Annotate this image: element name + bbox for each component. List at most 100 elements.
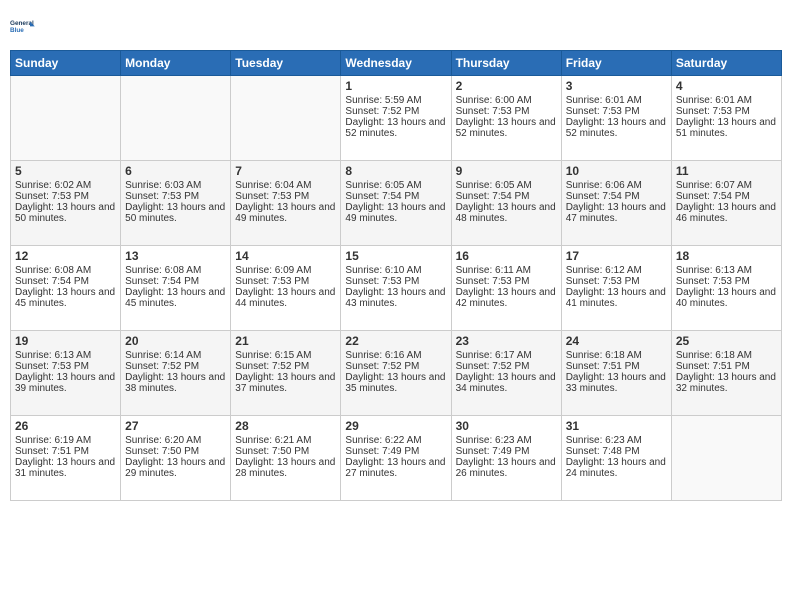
day-number: 10 [566,164,667,178]
day-info: Daylight: 13 hours and 49 minutes. [345,202,446,224]
day-info: Sunset: 7:51 PM [566,361,667,372]
day-info: Sunset: 7:53 PM [235,191,336,202]
calendar-cell: 25Sunrise: 6:18 AMSunset: 7:51 PMDayligh… [671,331,781,416]
day-info: Sunrise: 6:06 AM [566,180,667,191]
day-number: 31 [566,419,667,433]
day-info: Sunset: 7:53 PM [456,106,557,117]
day-info: Sunset: 7:53 PM [15,361,116,372]
day-info: Daylight: 13 hours and 50 minutes. [15,202,116,224]
day-info: Sunset: 7:53 PM [345,276,446,287]
day-info: Sunset: 7:53 PM [566,106,667,117]
day-number: 3 [566,79,667,93]
calendar-cell: 12Sunrise: 6:08 AMSunset: 7:54 PMDayligh… [11,246,121,331]
day-info: Sunset: 7:53 PM [676,276,777,287]
calendar-cell [671,416,781,501]
calendar-cell: 7Sunrise: 6:04 AMSunset: 7:53 PMDaylight… [231,161,341,246]
calendar-cell: 28Sunrise: 6:21 AMSunset: 7:50 PMDayligh… [231,416,341,501]
calendar-cell: 1Sunrise: 5:59 AMSunset: 7:52 PMDaylight… [341,76,451,161]
day-info: Sunset: 7:49 PM [345,446,446,457]
calendar-table: SundayMondayTuesdayWednesdayThursdayFrid… [10,50,782,501]
day-info: Sunset: 7:54 PM [456,191,557,202]
day-number: 5 [15,164,116,178]
day-info: Sunset: 7:54 PM [15,276,116,287]
day-info: Sunrise: 5:59 AM [345,95,446,106]
calendar-cell: 29Sunrise: 6:22 AMSunset: 7:49 PMDayligh… [341,416,451,501]
day-info: Sunrise: 6:22 AM [345,435,446,446]
day-number: 16 [456,249,557,263]
day-info: Sunrise: 6:17 AM [456,350,557,361]
calendar-cell: 8Sunrise: 6:05 AMSunset: 7:54 PMDaylight… [341,161,451,246]
day-number: 6 [125,164,226,178]
day-info: Sunrise: 6:23 AM [566,435,667,446]
day-number: 14 [235,249,336,263]
day-info: Daylight: 13 hours and 34 minutes. [456,372,557,394]
logo-icon: GeneralBlue [10,10,42,42]
calendar-cell: 11Sunrise: 6:07 AMSunset: 7:54 PMDayligh… [671,161,781,246]
logo: GeneralBlue [10,10,42,42]
calendar-week-row: 5Sunrise: 6:02 AMSunset: 7:53 PMDaylight… [11,161,782,246]
day-number: 23 [456,334,557,348]
calendar-cell: 5Sunrise: 6:02 AMSunset: 7:53 PMDaylight… [11,161,121,246]
day-number: 19 [15,334,116,348]
day-number: 9 [456,164,557,178]
day-info: Sunrise: 6:04 AM [235,180,336,191]
day-info: Daylight: 13 hours and 35 minutes. [345,372,446,394]
day-info: Sunrise: 6:08 AM [125,265,226,276]
day-info: Sunrise: 6:01 AM [676,95,777,106]
day-info: Sunrise: 6:18 AM [676,350,777,361]
day-info: Sunrise: 6:01 AM [566,95,667,106]
calendar-cell: 22Sunrise: 6:16 AMSunset: 7:52 PMDayligh… [341,331,451,416]
day-info: Sunrise: 6:19 AM [15,435,116,446]
calendar-cell: 24Sunrise: 6:18 AMSunset: 7:51 PMDayligh… [561,331,671,416]
day-info: Sunrise: 6:15 AM [235,350,336,361]
day-info: Sunset: 7:54 PM [345,191,446,202]
day-info: Sunrise: 6:18 AM [566,350,667,361]
calendar-week-row: 12Sunrise: 6:08 AMSunset: 7:54 PMDayligh… [11,246,782,331]
calendar-week-row: 1Sunrise: 5:59 AMSunset: 7:52 PMDaylight… [11,76,782,161]
day-info: Daylight: 13 hours and 52 minutes. [345,117,446,139]
day-info: Sunrise: 6:05 AM [456,180,557,191]
day-number: 11 [676,164,777,178]
day-info: Daylight: 13 hours and 28 minutes. [235,457,336,479]
day-info: Sunrise: 6:03 AM [125,180,226,191]
day-header-monday: Monday [121,51,231,76]
calendar-cell [231,76,341,161]
day-info: Sunrise: 6:10 AM [345,265,446,276]
calendar-cell: 3Sunrise: 6:01 AMSunset: 7:53 PMDaylight… [561,76,671,161]
day-info: Sunrise: 6:00 AM [456,95,557,106]
calendar-cell: 17Sunrise: 6:12 AMSunset: 7:53 PMDayligh… [561,246,671,331]
day-info: Daylight: 13 hours and 48 minutes. [456,202,557,224]
day-info: Sunrise: 6:05 AM [345,180,446,191]
day-number: 26 [15,419,116,433]
day-info: Sunset: 7:53 PM [235,276,336,287]
day-info: Daylight: 13 hours and 39 minutes. [15,372,116,394]
day-info: Sunrise: 6:16 AM [345,350,446,361]
day-info: Sunset: 7:54 PM [125,276,226,287]
calendar-week-row: 26Sunrise: 6:19 AMSunset: 7:51 PMDayligh… [11,416,782,501]
calendar-cell: 13Sunrise: 6:08 AMSunset: 7:54 PMDayligh… [121,246,231,331]
day-number: 30 [456,419,557,433]
calendar-cell [11,76,121,161]
day-info: Sunrise: 6:09 AM [235,265,336,276]
day-number: 27 [125,419,226,433]
day-info: Sunrise: 6:13 AM [15,350,116,361]
calendar-cell: 9 Sunrise: 6:05 AMSunset: 7:54 PMDaylight… [451,161,561,246]
day-info: Sunset: 7:50 PM [235,446,336,457]
day-info: Daylight: 13 hours and 32 minutes. [676,372,777,394]
calendar-cell: 23Sunrise: 6:17 AMSunset: 7:52 PMDayligh… [451,331,561,416]
calendar-header-row: SundayMondayTuesdayWednesdayThursdayFrid… [11,51,782,76]
day-header-thursday: Thursday [451,51,561,76]
calendar-cell: 15Sunrise: 6:10 AMSunset: 7:53 PMDayligh… [341,246,451,331]
day-info: Daylight: 13 hours and 31 minutes. [15,457,116,479]
day-info: Daylight: 13 hours and 38 minutes. [125,372,226,394]
day-number: 12 [15,249,116,263]
day-header-friday: Friday [561,51,671,76]
day-info: Sunrise: 6:23 AM [456,435,557,446]
calendar-cell: 2Sunrise: 6:00 AMSunset: 7:53 PMDaylight… [451,76,561,161]
day-info: Daylight: 13 hours and 37 minutes. [235,372,336,394]
calendar-cell: 30Sunrise: 6:23 AMSunset: 7:49 PMDayligh… [451,416,561,501]
day-info: Sunset: 7:51 PM [15,446,116,457]
day-number: 1 [345,79,446,93]
calendar-cell: 18Sunrise: 6:13 AMSunset: 7:53 PMDayligh… [671,246,781,331]
day-info: Daylight: 13 hours and 43 minutes. [345,287,446,309]
